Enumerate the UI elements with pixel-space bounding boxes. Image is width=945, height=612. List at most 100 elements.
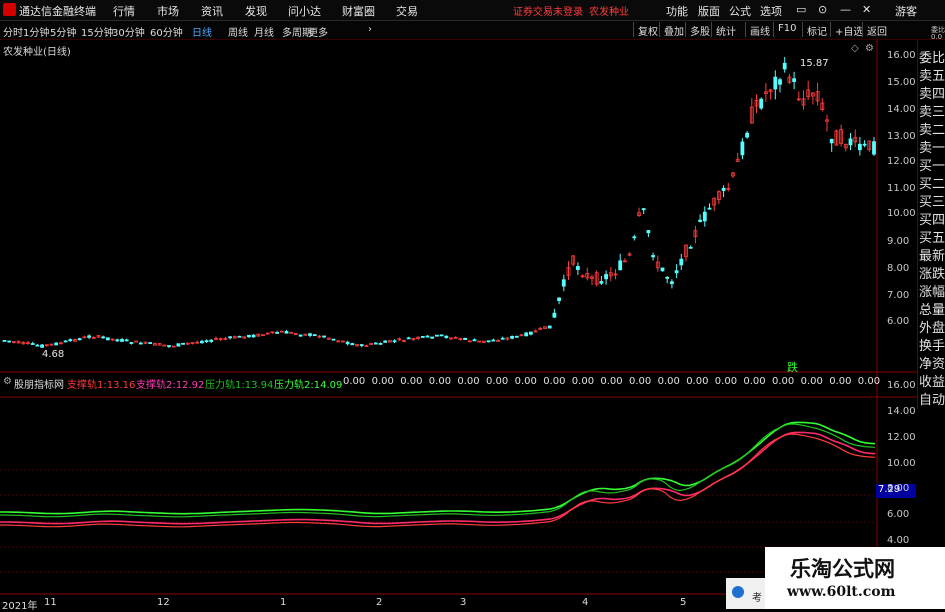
panel-9: 买四 <box>919 213 945 228</box>
candle-body <box>77 338 82 341</box>
guest-label[interactable]: 游客 <box>895 3 917 19</box>
settings-icon[interactable]: ⚙ <box>865 43 874 54</box>
legend-zero: 0.00 <box>858 376 880 387</box>
period-2[interactable]: 5分钟 <box>50 24 76 39</box>
candle-body <box>745 132 749 138</box>
price-tick: 10.00 <box>887 208 916 219</box>
candle-body <box>463 337 468 340</box>
toolbar-btn-2[interactable]: 多股 <box>685 22 714 38</box>
toolbar-btn-4[interactable]: 画线 <box>745 22 774 38</box>
menu-quotes[interactable]: 行情 <box>113 3 135 19</box>
legend-zero: 0.00 <box>686 376 708 387</box>
legend-zero-value: 0.00 <box>371 376 394 387</box>
period-4[interactable]: 30分钟 <box>112 24 145 39</box>
period-10[interactable]: 更多 <box>308 24 328 39</box>
restore-icon[interactable]: — <box>840 3 851 16</box>
period-6[interactable]: 日线 <box>192 24 212 39</box>
panel-4: 卖二 <box>919 123 945 138</box>
menu-trade[interactable]: 交易 <box>396 3 418 19</box>
toolbar-btn-5[interactable]: F10 <box>773 22 800 37</box>
candle-body <box>651 255 655 258</box>
formula-button[interactable]: 公式 <box>729 3 751 19</box>
candle-body <box>176 343 181 347</box>
legend-zero: 0.00 <box>372 376 394 387</box>
menu-wealth[interactable]: 财富圈 <box>342 3 375 19</box>
candle-body <box>63 340 68 343</box>
candle-body <box>552 312 557 318</box>
minimize-icon[interactable]: ▭ <box>796 3 806 16</box>
candle-body <box>246 334 251 338</box>
toolbar-btn-3[interactable]: 统计 <box>711 22 740 38</box>
panel-17: 净资 <box>919 357 945 372</box>
period-7[interactable]: 周线 <box>228 24 248 39</box>
candle-body <box>7 340 12 343</box>
legend-zero-value: 0.00 <box>600 376 623 387</box>
candle-body <box>120 339 124 342</box>
support-line-1 <box>0 433 876 528</box>
diamond-icon[interactable]: ◇ <box>851 43 859 54</box>
date-4: 2 <box>376 597 383 608</box>
panel-1: 卖五 <box>919 69 945 84</box>
menu-discover[interactable]: 发现 <box>245 3 267 19</box>
candle-body <box>101 336 106 339</box>
menu-market[interactable]: 市场 <box>157 3 179 19</box>
function-button[interactable]: 功能 <box>666 3 688 19</box>
price-tick: 14.00 <box>887 104 916 115</box>
login-notice[interactable]: 证券交易未登录 <box>513 3 583 18</box>
period-0[interactable]: 分时 <box>3 24 23 39</box>
legend-zero-value: 0.00 <box>743 376 766 387</box>
low-price-label: 4.68 <box>42 349 65 360</box>
legend-zero: 0.00 <box>743 376 765 387</box>
toolbar-btn-0[interactable]: 复权 <box>633 22 662 38</box>
candle-body <box>406 337 411 340</box>
candle-body <box>778 79 782 85</box>
watermark-url: www.60lt.com <box>787 584 896 600</box>
candle-body <box>472 339 477 342</box>
pin-icon[interactable]: ⊙ <box>818 3 827 16</box>
candle-body <box>430 336 435 339</box>
toolbar-btn-6[interactable]: 标记 <box>802 22 831 38</box>
candle-body <box>30 343 35 345</box>
legend-zero: 0.00 <box>572 376 594 387</box>
period-1[interactable]: 1分钟 <box>23 24 49 39</box>
candle-body <box>106 337 110 341</box>
period-3[interactable]: 15分钟 <box>81 24 114 39</box>
close-icon[interactable]: ✕ <box>862 3 871 16</box>
date-0: 2021年 <box>2 601 38 612</box>
candle-body <box>618 260 623 271</box>
period-8[interactable]: 月线 <box>254 24 274 39</box>
candle-body <box>129 342 134 344</box>
legend-label: 压力轨2: <box>274 380 314 391</box>
toolbar-btn-8[interactable]: 返回 <box>862 22 891 38</box>
menu-ask[interactable]: 问小达 <box>288 3 321 19</box>
chart-area[interactable] <box>0 40 917 609</box>
legend-zero-value: 0.00 <box>571 376 595 387</box>
period-5[interactable]: 60分钟 <box>150 24 183 39</box>
candle-body <box>237 335 242 338</box>
candle-body <box>331 338 336 341</box>
more-chevron-icon[interactable]: › <box>368 24 372 35</box>
panel-18: 收益 <box>919 375 945 390</box>
candle-body <box>721 187 726 192</box>
candle-body <box>698 219 702 222</box>
app-logo-icon <box>3 3 16 16</box>
candle-body <box>872 141 876 155</box>
panel-mini-label: 委比 0.0 <box>931 26 945 41</box>
toolbar-btn-1[interactable]: 叠加 <box>659 22 688 38</box>
date-7: 5 <box>680 597 687 608</box>
indicator-settings-icon[interactable]: ⚙ <box>3 376 12 387</box>
candle-body <box>646 230 651 234</box>
candle-body <box>167 345 171 348</box>
candle-body <box>350 343 355 346</box>
menu-news[interactable]: 资讯 <box>201 3 223 19</box>
layout-button[interactable]: 版面 <box>698 3 720 19</box>
legend-zero-value: 0.00 <box>829 376 852 387</box>
candle-body <box>359 344 364 347</box>
panel-3: 卖三 <box>919 105 945 120</box>
candle-body <box>345 341 350 345</box>
legend-zero-value: 0.00 <box>800 376 823 387</box>
legend-zero-value: 0.00 <box>629 376 652 387</box>
candle-body <box>782 62 787 70</box>
options-button[interactable]: 选项 <box>760 3 782 19</box>
app-title: 通达信金融终端 <box>19 5 96 18</box>
